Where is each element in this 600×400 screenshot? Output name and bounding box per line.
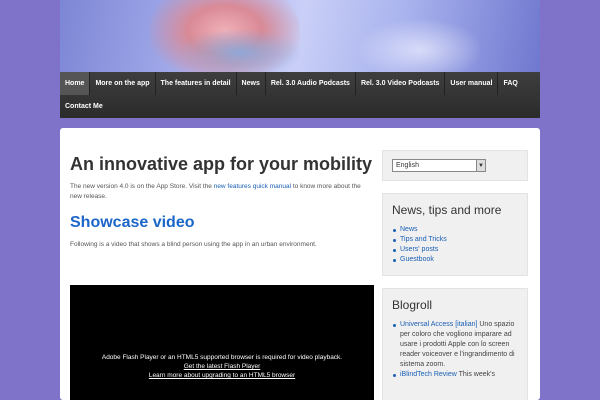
intro-paragraph: The new version 4.0 is on the App Store.… <box>70 182 374 202</box>
nav-item-contact-me[interactable]: Contact Me <box>60 95 108 118</box>
language-value: English <box>396 162 419 169</box>
blogroll-widget: Blogroll Universal Access [italian] Uno … <box>382 288 528 400</box>
nav-item-home[interactable]: Home <box>60 72 91 95</box>
content-area: An innovative app for your mobility The … <box>60 128 540 400</box>
news-widget: News, tips and more News Tips and Tricks… <box>382 193 528 276</box>
nav-item-audio-podcasts[interactable]: Rel. 3.0 Audio Podcasts <box>266 72 356 95</box>
blogroll-item: Universal Access [italian] Uno spazio pe… <box>392 320 518 370</box>
new-features-link[interactable]: new features quick manual <box>214 183 291 190</box>
flash-required-text: Adobe Flash Player or an HTML5 supported… <box>101 354 343 361</box>
dropdown-arrow-icon: ▼ <box>476 160 485 171</box>
blogroll-title: Blogroll <box>392 298 433 312</box>
main-navigation: Home More on the app The features in det… <box>60 72 540 118</box>
language-widget: English ▼ <box>382 150 528 181</box>
nav-item-news[interactable]: News <box>237 72 266 95</box>
showcase-text: Following is a video that shows a blind … <box>70 241 317 248</box>
blogroll-description: Uno spazio per coloro che vogliono impar… <box>400 321 515 368</box>
nav-item-features[interactable]: The features in detail <box>156 72 237 95</box>
html5-browser-link[interactable]: Learn more about upgrading to an HTML5 b… <box>149 372 295 379</box>
video-player[interactable]: Adobe Flash Player or an HTML5 supported… <box>70 285 374 400</box>
iblindtech-link[interactable]: iBlindTech Review <box>400 371 457 378</box>
showcase-heading: Showcase video <box>70 214 195 231</box>
language-select[interactable]: English ▼ <box>392 159 486 172</box>
universal-access-link[interactable]: Universal Access [italian] <box>400 321 477 328</box>
blogroll-item: iBlindTech Review This week's <box>392 370 518 380</box>
sidebar: English ▼ News, tips and more News Tips … <box>382 150 528 400</box>
header-banner-image <box>60 0 540 72</box>
intro-text-before: The new version 4.0 is on the App Store.… <box>70 183 212 190</box>
flash-player-link[interactable]: Get the latest Flash Player <box>184 363 261 370</box>
news-link[interactable]: News <box>392 225 518 235</box>
users-posts-link[interactable]: Users' posts <box>392 245 518 255</box>
guestbook-link[interactable]: Guestbook <box>392 255 518 265</box>
blogroll-description: This week's <box>458 371 495 378</box>
main-column: An innovative app for your mobility The … <box>70 154 374 400</box>
nav-item-user-manual[interactable]: User manual <box>445 72 499 95</box>
news-widget-title: News, tips and more <box>392 203 502 217</box>
nav-item-faq[interactable]: FAQ <box>498 72 522 95</box>
nav-item-video-podcasts[interactable]: Rel. 3.0 Video Podcasts <box>356 72 446 95</box>
tips-link[interactable]: Tips and Tricks <box>392 235 518 245</box>
news-links: News Tips and Tricks Users' posts Guestb… <box>392 225 518 265</box>
page-title: An innovative app for your mobility <box>70 154 373 174</box>
video-fallback-message: Adobe Flash Player or an HTML5 supported… <box>70 353 374 380</box>
nav-item-more-on-the-app[interactable]: More on the app <box>90 72 156 95</box>
blogroll-list: Universal Access [italian] Uno spazio pe… <box>392 320 518 380</box>
